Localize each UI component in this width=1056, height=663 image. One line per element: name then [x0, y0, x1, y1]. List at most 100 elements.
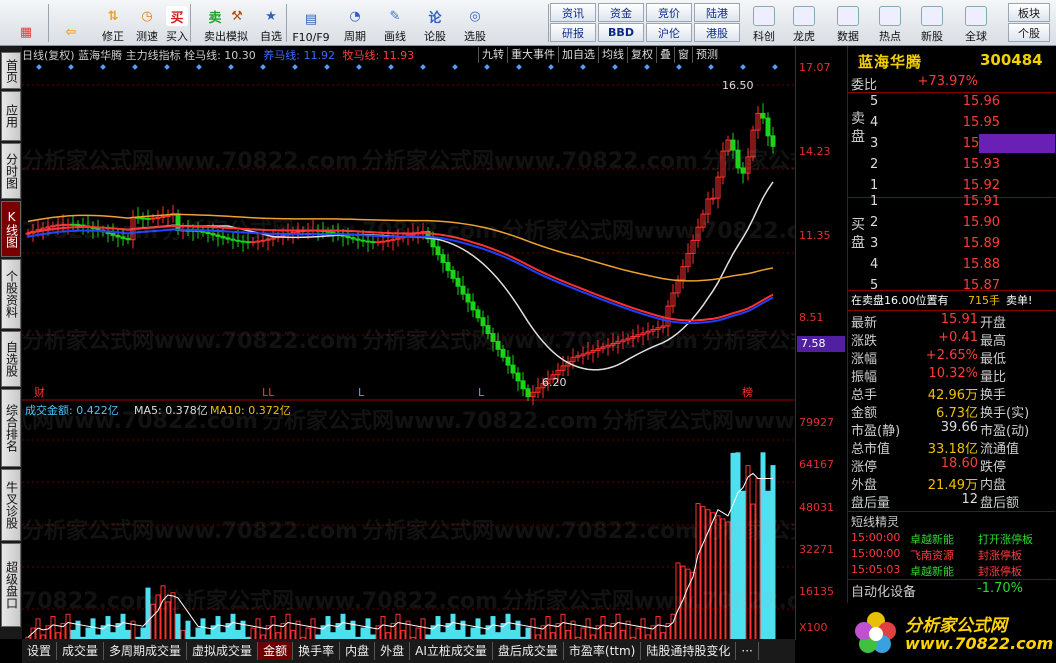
bottom-tab-AI立桩成交量[interactable]: AI立桩成交量 — [410, 642, 493, 660]
volume-bar — [120, 613, 126, 639]
toolbar-button-back-arrow-icon[interactable]: ⇦ — [56, 2, 86, 44]
toolbar-small-港股[interactable]: 港股 — [694, 23, 740, 42]
chart-tab-叠[interactable]: 叠 — [656, 47, 674, 63]
bottom-tab-陆股通持股变化[interactable]: 陆股通持股变化 — [641, 642, 737, 660]
bottom-tab-金额[interactable]: 金额 — [258, 642, 294, 660]
toolbar-button-论股[interactable]: 论论股 — [418, 2, 452, 44]
left-tab-分时图[interactable]: 分时图 — [1, 143, 21, 199]
stat-label-2: 内盘 — [980, 478, 1007, 493]
event-marker — [708, 64, 714, 70]
bottom-tab-设置[interactable]: 设置 — [22, 642, 58, 660]
left-tab-个股资料[interactable]: 个股资料 — [1, 259, 21, 329]
event-marker — [740, 64, 746, 70]
chart-tab-九转[interactable]: 九转 — [478, 47, 507, 63]
volume-bar — [615, 613, 621, 639]
toolbar-small-陆港[interactable]: 陆港 — [694, 3, 740, 22]
volume-bar — [360, 627, 366, 639]
volume-bar — [510, 629, 516, 639]
toolbar-small-资金[interactable]: 资金 — [598, 3, 644, 22]
toolbar-small-研报[interactable]: 研报 — [550, 23, 596, 42]
toolbar-button-修正[interactable]: ⇅ 修正 — [96, 2, 130, 44]
toolbar-button-F10/F9[interactable]: ▤ F10/F9 — [292, 2, 329, 45]
volume-bar — [725, 521, 731, 639]
toolbar-button-grid-icon[interactable]: ▦ — [6, 2, 46, 44]
toolbar-small-竞价[interactable]: 竞价 — [646, 3, 692, 22]
bottom-tab-虚拟成交量[interactable]: 虚拟成交量 — [187, 642, 259, 660]
kline-chart[interactable]: 16.506.20财 榜LL L L成交金额: 0.422亿 MA5: 0.378亿 MA… — [22, 63, 795, 639]
level-price: 15.95 — [962, 115, 1000, 130]
volume-bar — [710, 512, 716, 639]
bottom-tab-市盈率(ttm)[interactable]: 市盈率(ttm) — [564, 642, 642, 660]
toolbar-button-画线[interactable]: ✎ 画线 — [378, 2, 412, 44]
toolbar-button-选股[interactable]: ◎ 选股 — [458, 2, 492, 44]
toolbar-small-BBD[interactable]: BBD — [598, 23, 644, 42]
candle-body — [240, 240, 246, 243]
toolbar-button-热点[interactable]: 热点 — [872, 2, 908, 44]
toolbar-个股[interactable]: 个股 — [1008, 23, 1050, 42]
toolbar-separator — [48, 4, 49, 42]
ma-white-line — [27, 181, 774, 371]
toolbar-button-买入[interactable]: 买买入 — [160, 2, 194, 44]
candle-body — [210, 233, 216, 236]
volume-bar — [200, 618, 206, 639]
stat-label: 总市值 — [851, 442, 891, 457]
toolbar-button-自选[interactable]: ★ 自选 — [254, 2, 288, 44]
toolbar-small-沪伦[interactable]: 沪伦 — [646, 23, 692, 42]
stat-label-2: 换手(实) — [980, 406, 1030, 421]
volume-bar — [105, 616, 111, 639]
candle-body — [120, 236, 126, 239]
left-tab-牛叉诊股[interactable]: 牛叉诊股 — [1, 469, 21, 541]
toolbar-板块[interactable]: 板块 — [1008, 3, 1050, 22]
left-tab-应用[interactable]: 应用 — [1, 91, 21, 141]
bottom-tab-换手率[interactable]: 换手率 — [293, 642, 341, 660]
chart-tab-均线[interactable]: 均线 — [598, 47, 627, 63]
candle-body — [765, 117, 771, 137]
level-price: 15.90 — [962, 215, 1000, 230]
left-tab-bar: 首页 应用 分时图 K线图 个股资料 自选股 综合排名 牛叉诊股 超级盘口 — [0, 46, 22, 639]
candle-body — [160, 215, 166, 218]
level-num: 1 — [870, 194, 879, 209]
stat-label: 涨跌 — [851, 334, 878, 349]
toolbar-label: 热点 — [879, 30, 901, 43]
bottom-tab-···[interactable]: ··· — [736, 642, 759, 660]
sprite-stock: 飞南资源 — [910, 549, 954, 562]
toolbar-button-全球[interactable]: 全球 — [958, 2, 994, 44]
chart-tab-窗[interactable]: 窗 — [674, 47, 692, 63]
left-tab-自选股[interactable]: 自选股 — [1, 331, 21, 387]
volume-bar — [530, 618, 536, 639]
stat-label: 金额 — [851, 406, 878, 421]
finance-marker: 财 — [34, 385, 45, 399]
stat-label-2: 换手 — [980, 388, 1007, 403]
candle-body — [495, 340, 501, 350]
candle-body — [370, 241, 376, 244]
toolbar-button-数据[interactable]: 数据 — [830, 2, 866, 44]
candle-body — [475, 309, 481, 319]
volume-bar — [145, 587, 151, 639]
toolbar-small-资讯[interactable]: 资讯 — [550, 3, 596, 22]
toolbar-button-龙虎[interactable]: 龙虎 — [786, 2, 822, 44]
bottom-tab-外盘[interactable]: 外盘 — [375, 642, 411, 660]
chart-tab-重大事件[interactable]: 重大事件 — [507, 47, 558, 63]
stat-label: 盘后量 — [851, 496, 891, 511]
toolbar-button-新股[interactable]: 新股 — [914, 2, 950, 44]
left-tab-超级盘口[interactable]: 超级盘口 — [1, 543, 21, 627]
chart-tab-复权[interactable]: 复权 — [627, 47, 656, 63]
bottom-tab-内盘[interactable]: 内盘 — [340, 642, 376, 660]
volume-bar — [730, 452, 736, 639]
left-tab-首页[interactable]: 首页 — [1, 52, 21, 89]
bottom-tab-多周期成交量[interactable]: 多周期成交量 — [104, 642, 188, 660]
left-tab-K线图[interactable]: K线图 — [1, 201, 21, 257]
toolbar-button-模拟[interactable]: ⚒ 模拟 — [220, 2, 254, 44]
bottom-tab-成交量[interactable]: 成交量 — [57, 642, 105, 660]
toolbar-button-科创[interactable]: 科创 — [746, 2, 782, 44]
notice-text: 在卖盘16.00位置有 — [851, 294, 949, 307]
level-num: 2 — [870, 215, 879, 230]
toolbar-button-周期[interactable]: ◔ 周期 — [338, 2, 372, 44]
left-tab-综合排名[interactable]: 综合排名 — [1, 389, 21, 467]
level-num: 3 — [870, 236, 879, 251]
chart-tab-加自选[interactable]: 加自选 — [558, 47, 598, 63]
candle-body — [365, 240, 371, 243]
toolbar-button-测速[interactable]: ◷ 测速 — [130, 2, 164, 44]
chart-tab-预测[interactable]: 预测 — [692, 47, 721, 63]
bottom-tab-盘后成交量[interactable]: 盘后成交量 — [493, 642, 564, 660]
